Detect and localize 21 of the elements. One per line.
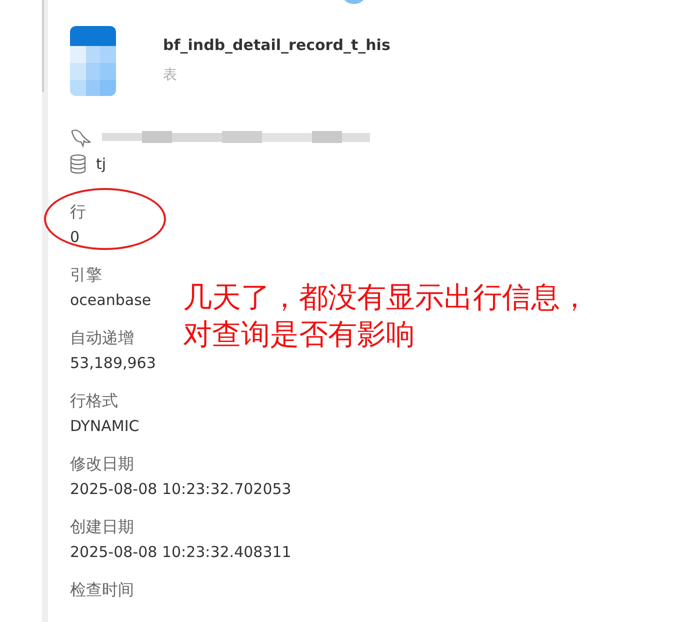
property-value: 53,189,963 [70,354,156,372]
annotation-text: 对查询是否有影响 [183,319,415,349]
property-label: 行格式 [70,391,118,412]
database-icon [70,154,86,174]
table-icon [70,26,116,96]
property-label: 检查时间 [70,580,134,601]
property-value: 0 [70,228,80,246]
property-label: 引擎 [70,265,102,286]
property-value: 2025-08-08 10:23:32.408311 [70,543,292,561]
property-value: DYNAMIC [70,417,140,435]
database-name: tj [96,155,106,173]
property-label: 自动递增 [70,328,134,349]
annotation-text: 几天了，都没有显示出行信息， [183,282,589,312]
object-type: 表 [163,66,178,84]
table-name: bf_indb_detail_record_t_his [163,36,390,54]
property-value: oceanbase [70,291,152,309]
property-label: 修改日期 [70,454,134,475]
property-value: 2025-08-08 10:23:32.702053 [70,480,292,498]
dolphin-icon [70,128,92,148]
property-label: 创建日期 [70,517,134,538]
property-label: 行 [70,202,86,223]
